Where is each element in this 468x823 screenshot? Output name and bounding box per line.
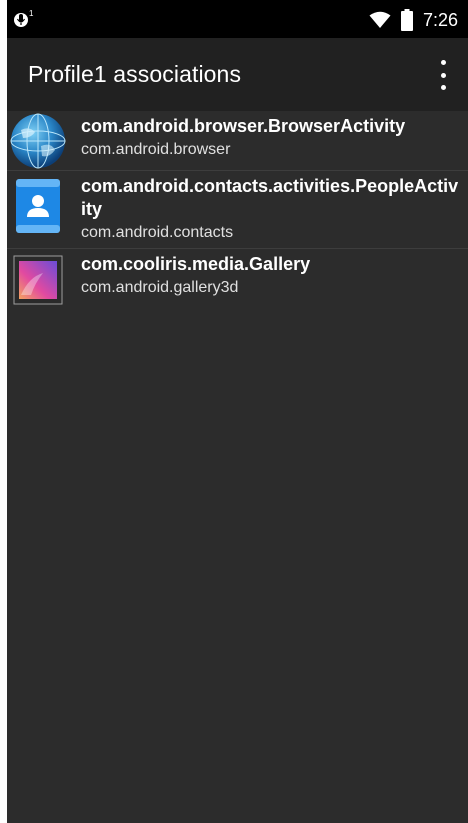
app-bar: Profile1 associations <box>7 38 468 111</box>
list-item[interactable]: com.cooliris.media.Gallery com.android.g… <box>7 249 468 307</box>
status-icons: 7:26 <box>369 8 458 32</box>
battery-icon <box>400 9 413 31</box>
list-item[interactable]: com.android.contacts.activities.PeopleAc… <box>7 171 468 249</box>
activity-name: com.cooliris.media.Gallery <box>81 254 311 274</box>
associations-list: com.android.browser.BrowserActivity com.… <box>7 111 468 307</box>
more-vert-icon <box>440 60 446 65</box>
package-name: com.android.contacts <box>81 224 234 241</box>
more-options-button[interactable] <box>432 60 454 90</box>
status-time: 7:26 <box>422 9 458 30</box>
more-vert-icon-dot <box>440 85 446 90</box>
more-vert-icon-dot <box>440 72 446 78</box>
package-name: com.android.gallery3d <box>81 279 239 296</box>
status-bar: 1 7:26 <box>7 0 468 38</box>
list-item[interactable]: com.android.browser.BrowserActivity com.… <box>7 111 468 171</box>
page-title: Profile1 associations <box>28 61 242 87</box>
list-item-text: com.android.browser.BrowserActivity com.… <box>81 111 468 160</box>
contacts-icon <box>9 177 67 235</box>
browser-globe-icon <box>9 112 67 170</box>
notification-count: 1 <box>29 9 34 18</box>
mic-notification-icon: 1 <box>13 9 37 31</box>
activity-name: com.android.contacts.activities.PeopleAc… <box>81 176 459 219</box>
gallery-icon <box>9 251 67 309</box>
activity-name: com.android.browser.BrowserActivity <box>81 116 406 136</box>
list-item-text: com.android.contacts.activities.PeopleAc… <box>81 171 468 243</box>
wifi-icon <box>369 11 391 28</box>
list-item-text: com.cooliris.media.Gallery com.android.g… <box>81 249 468 298</box>
package-name: com.android.browser <box>81 141 231 158</box>
screen: 1 7:26 Profile1 associations com.android… <box>7 0 468 823</box>
